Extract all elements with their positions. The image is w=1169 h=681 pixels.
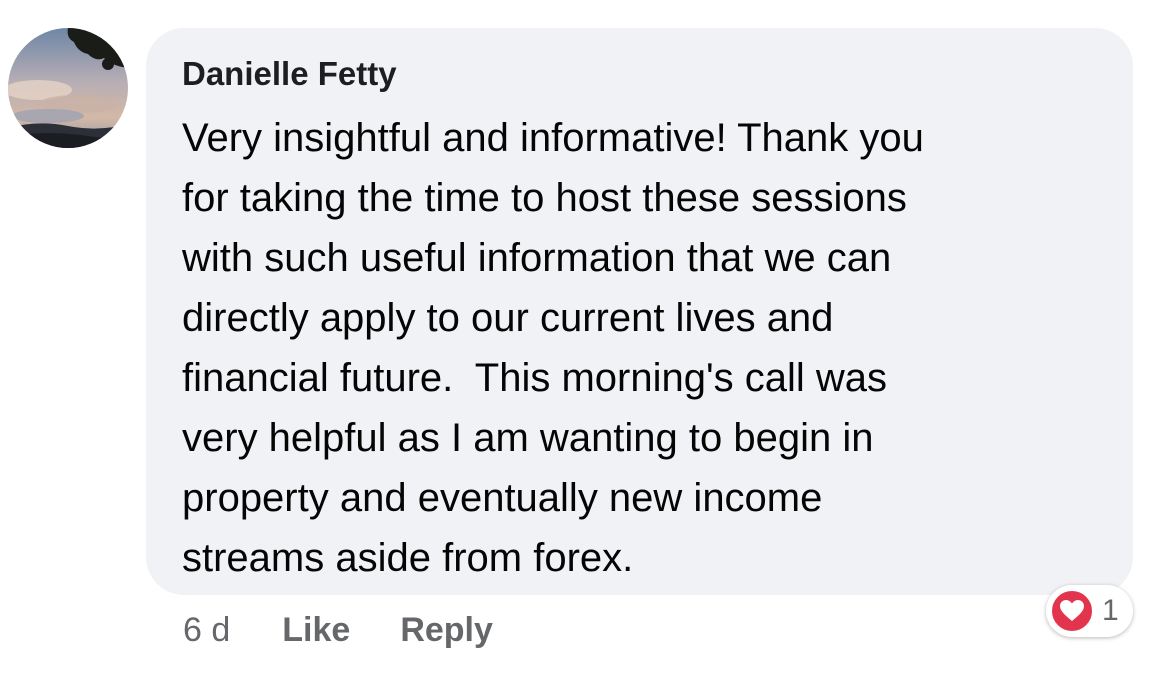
comment-timestamp[interactable]: 6 d <box>183 611 230 650</box>
avatar[interactable] <box>8 28 128 148</box>
comment-text: Very insightful and informative! Thank y… <box>182 116 924 580</box>
reply-button[interactable]: Reply <box>400 611 493 650</box>
comment-actions: 6 d Like Reply <box>183 605 543 655</box>
like-button[interactable]: Like <box>282 611 350 650</box>
heart-icon <box>1050 589 1094 633</box>
reaction-count: 1 <box>1102 594 1119 627</box>
reaction-summary[interactable]: 1 <box>1046 585 1133 637</box>
comment-bubble: Danielle Fetty Very insightful and infor… <box>146 28 1133 595</box>
comment: Danielle Fetty Very insightful and infor… <box>0 0 1169 681</box>
comment-author[interactable]: Danielle Fetty <box>182 55 397 93</box>
